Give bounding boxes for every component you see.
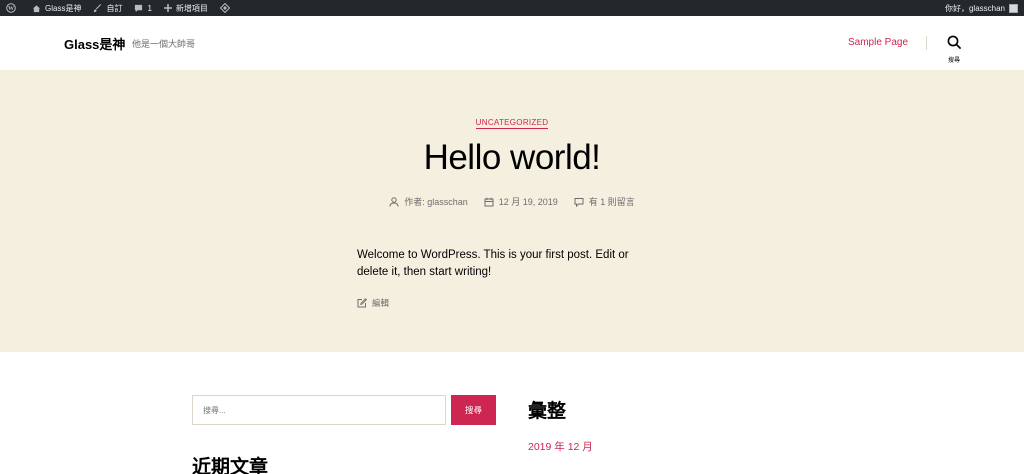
admin-bar-greeting: 你好，glasschan <box>944 3 1005 13</box>
post-content: Welcome to WordPress. This is your first… <box>357 249 629 278</box>
brush-icon <box>94 3 102 12</box>
admin-bar-customize-label: 自訂 <box>106 3 123 13</box>
user-icon <box>389 196 399 207</box>
search-icon <box>947 35 961 49</box>
admin-bar-site-name-label: Glass是神 <box>45 3 82 13</box>
wordpress-logo-button[interactable]: W <box>0 0 26 16</box>
comment-bubble-icon <box>135 4 143 12</box>
svg-text:W: W <box>8 6 14 12</box>
admin-bar-plugin-button[interactable] <box>214 0 240 16</box>
widget-search-button[interactable]: 搜尋 <box>451 395 496 425</box>
post-comments[interactable]: 有 1 則留言 <box>574 195 635 208</box>
admin-bar: W Glass是神 自訂 1 新增項目 你好，glasschan <box>0 0 1024 16</box>
post-category: UNCATEGORIZED <box>0 112 1024 130</box>
admin-bar-site-name[interactable]: Glass是神 <box>26 0 87 16</box>
calendar-icon <box>484 197 494 206</box>
home-icon <box>32 4 41 12</box>
search-toggle-label: 搜尋 <box>947 58 960 64</box>
site-header: Glass是神 他是一個大帥哥 Sample Page 搜尋 <box>0 16 1024 70</box>
archive-widget-title: 彙整 <box>528 401 567 422</box>
admin-bar-customize[interactable]: 自訂 <box>87 0 128 16</box>
admin-bar-comments[interactable]: 1 <box>128 0 157 16</box>
site-description: 他是一個大帥哥 <box>132 39 196 49</box>
admin-bar-right: 你好，glasschan <box>939 0 1024 16</box>
wordpress-icon: W <box>6 3 16 13</box>
category-link[interactable]: UNCATEGORIZED <box>475 118 549 129</box>
header-divider <box>926 36 927 50</box>
post-date[interactable]: 12 月 19, 2019 <box>484 195 558 208</box>
search-toggle-button[interactable]: 搜尋 <box>940 35 968 64</box>
edit-post-link[interactable]: 編輯 <box>357 297 389 309</box>
recent-posts-widget-title: 近期文章 <box>192 457 269 474</box>
site-title[interactable]: Glass是神 <box>64 34 125 53</box>
post-hero: UNCATEGORIZED Hello world! 作者: glasschan… <box>0 70 1024 352</box>
admin-bar-new-item-label: 新增項目 <box>175 3 208 13</box>
admin-bar-left: W Glass是神 自訂 1 新增項目 <box>0 0 240 16</box>
admin-bar-new-item[interactable]: 新增項目 <box>158 0 214 16</box>
edit-icon <box>357 298 367 308</box>
nav-item-sample-page[interactable]: Sample Page <box>848 37 908 48</box>
post-meta: 作者: glasschan 12 月 19, 2019 有 1 則留言 <box>0 195 1024 208</box>
widget-search-input[interactable] <box>192 395 446 425</box>
diamond-icon <box>219 3 230 13</box>
post-date-label: 12 月 19, 2019 <box>498 197 558 207</box>
admin-bar-account[interactable]: 你好，glasschan <box>939 0 1024 16</box>
comment-icon <box>574 197 584 207</box>
plus-icon <box>163 4 172 12</box>
post-title: Hello world! <box>423 138 601 177</box>
admin-bar-comments-count: 1 <box>147 3 152 13</box>
avatar <box>1009 3 1018 13</box>
post-author-label: 作者: glasschan <box>404 197 468 207</box>
archive-item-2019-12[interactable]: 2019 年 12 月 <box>528 439 593 454</box>
post-comments-label: 有 1 則留言 <box>588 197 635 207</box>
edit-post-label: 編輯 <box>372 298 390 308</box>
post-author[interactable]: 作者: glasschan <box>389 195 468 208</box>
